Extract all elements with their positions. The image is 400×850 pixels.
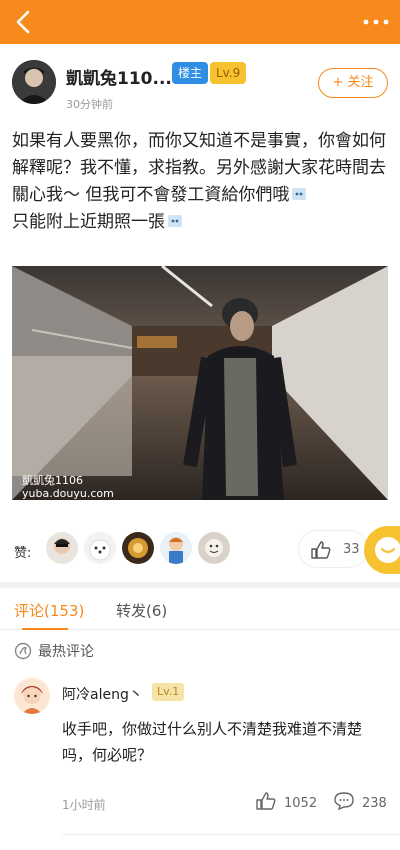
commenter-name[interactable]: 阿冷aleng丶 <box>62 684 143 704</box>
thumbs-up-icon <box>256 792 276 810</box>
tab-comments[interactable]: 评论(153) <box>14 600 84 621</box>
post-body: 如果有人要黑你，而你又知道不是事實，你會如何解釋呢？我不懂，求指教。另外感謝大家… <box>12 128 392 236</box>
thumbs-up-icon <box>311 541 331 559</box>
post-time: 30分钟前 <box>66 98 113 111</box>
likes-label: 赞: <box>14 546 32 561</box>
chat-smile-icon <box>375 537 400 563</box>
owner-badge: 楼主 <box>172 62 209 84</box>
commenter-level-badge: Lv.1 <box>152 683 185 701</box>
post-text-line1: 如果有人要黑你，而你又知道不是事實，你會如何解釋呢？我不懂，求指教。另外感謝大家… <box>12 131 386 205</box>
tab-underline <box>22 628 68 630</box>
level-badge: Lv.9 <box>210 62 247 84</box>
back-button[interactable] <box>10 8 38 36</box>
likes-row: 赞: 33 <box>0 526 400 574</box>
section-divider <box>0 582 400 588</box>
watermark-name: 凱凱兔1106 <box>22 474 83 487</box>
comment-divider <box>62 834 400 835</box>
liker-avatar[interactable] <box>198 532 230 564</box>
post-photo[interactable]: 凱凱兔1106 yuba.douyu.com <box>12 266 388 500</box>
tab-reposts[interactable]: 转发(6) <box>116 600 167 621</box>
author-row: 凱凱兔110... 楼主 Lv.9 30分钟前 + 关注 <box>0 52 400 112</box>
author-name[interactable]: 凱凱兔110... <box>66 64 172 89</box>
follow-button[interactable]: + 关注 <box>318 68 388 98</box>
post-text-line2: 只能附上近期照一張 <box>12 212 165 232</box>
photo-watermark: 凱凱兔1106 yuba.douyu.com <box>22 474 114 500</box>
post-like-button[interactable]: 33 <box>298 530 368 568</box>
hot-comments-header: 最热评论 <box>14 640 214 662</box>
emoji-icon <box>291 184 307 200</box>
author-avatar[interactable] <box>12 60 56 104</box>
comment-like-count: 1052 <box>284 796 318 811</box>
liker-avatar[interactable] <box>84 532 116 564</box>
watermark-site: yuba.douyu.com <box>22 487 114 500</box>
liker-avatar[interactable] <box>160 532 192 564</box>
chevron-left-icon <box>16 10 30 34</box>
comment-item: 阿冷aleng丶 Lv.1 收手吧，你做过什么别人不清楚我难道不清楚吗，何必呢？… <box>0 670 400 820</box>
more-dots-icon <box>363 19 389 25</box>
comment-text: 收手吧，你做过什么别人不清楚我难道不清楚吗，何必呢？ <box>62 720 363 764</box>
liker-avatar[interactable] <box>46 532 78 564</box>
hot-icon <box>14 642 32 660</box>
more-button[interactable] <box>362 14 390 30</box>
post-like-count: 33 <box>343 542 360 557</box>
emoji-icon <box>167 211 183 227</box>
comment-bubble-icon <box>334 792 354 810</box>
top-bar <box>0 0 400 44</box>
commenter-avatar[interactable] <box>14 678 50 714</box>
comment-reply-count: 238 <box>362 796 387 811</box>
hot-comments-label: 最热评论 <box>38 644 94 660</box>
comment-time: 1小时前 <box>62 798 106 812</box>
chat-fab-button[interactable] <box>364 526 400 574</box>
liker-avatar[interactable] <box>122 532 154 564</box>
comment-tabs: 评论(153) 转发(6) <box>0 592 400 630</box>
